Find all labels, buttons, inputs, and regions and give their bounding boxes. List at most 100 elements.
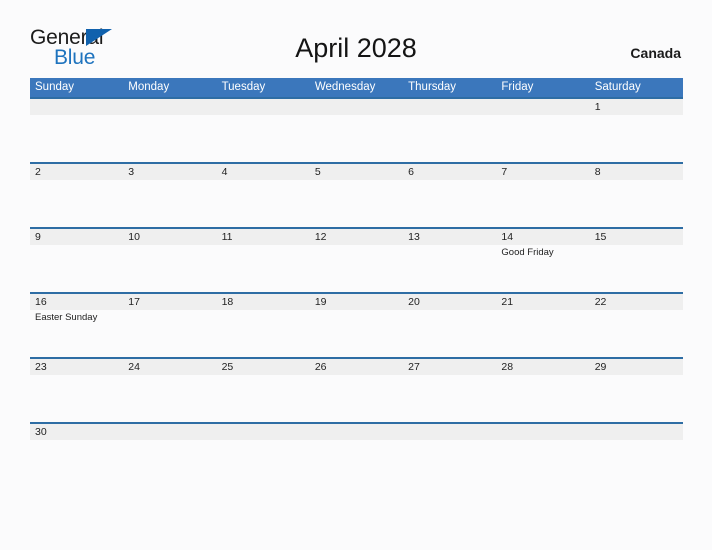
day-number[interactable] (496, 99, 589, 115)
day-number[interactable]: 16 (30, 294, 123, 310)
page-title: April 2028 (295, 33, 417, 63)
day-event (403, 180, 496, 182)
day-number[interactable] (403, 99, 496, 115)
day-event (590, 440, 683, 442)
calendar-grid: Sunday Monday Tuesday Wednesday Thursday… (30, 78, 683, 469)
day-of-week-header-row: Sunday Monday Tuesday Wednesday Thursday… (30, 78, 683, 97)
day-number[interactable] (590, 424, 683, 440)
day-number[interactable] (310, 424, 403, 440)
day-number[interactable] (123, 424, 216, 440)
day-number[interactable]: 19 (310, 294, 403, 310)
day-number[interactable]: 25 (217, 359, 310, 375)
day-number[interactable]: 21 (496, 294, 589, 310)
week-date-band: 30 (30, 424, 683, 440)
day-header-tuesday: Tuesday (221, 81, 266, 93)
day-event (310, 180, 403, 182)
day-number[interactable]: 26 (310, 359, 403, 375)
week-events-band (30, 440, 683, 442)
day-event (590, 310, 683, 324)
day-number[interactable] (310, 99, 403, 115)
day-event (310, 115, 403, 117)
day-number[interactable]: 11 (217, 229, 310, 245)
day-event (30, 440, 123, 442)
day-event (310, 440, 403, 442)
page-header: General Blue April 2028 Canada (0, 0, 712, 78)
week-events-band (30, 375, 683, 377)
day-number[interactable] (496, 424, 589, 440)
day-event (310, 310, 403, 324)
day-number[interactable]: 3 (123, 164, 216, 180)
day-number[interactable]: 4 (217, 164, 310, 180)
week-date-band: 2 3 4 5 6 7 8 (30, 164, 683, 180)
week-date-band: 1 (30, 99, 683, 115)
day-event (496, 310, 589, 324)
day-number[interactable] (217, 99, 310, 115)
day-event (123, 245, 216, 259)
week-row: 1 (30, 97, 683, 162)
day-event (403, 115, 496, 117)
day-event (496, 115, 589, 117)
day-number[interactable] (403, 424, 496, 440)
day-number[interactable]: 30 (30, 424, 123, 440)
day-event (217, 245, 310, 259)
day-event (30, 180, 123, 182)
day-number[interactable]: 15 (590, 229, 683, 245)
week-row: 2 3 4 5 6 7 8 (30, 162, 683, 227)
week-events-band (30, 180, 683, 182)
day-header-saturday: Saturday (594, 81, 641, 93)
day-number[interactable]: 5 (310, 164, 403, 180)
day-event (123, 375, 216, 377)
day-event (310, 375, 403, 377)
day-number[interactable]: 24 (123, 359, 216, 375)
day-event (217, 180, 310, 182)
day-header-monday: Monday (128, 81, 170, 93)
week-events-band: Easter Sunday (30, 310, 683, 324)
day-number[interactable]: 9 (30, 229, 123, 245)
day-number[interactable]: 27 (403, 359, 496, 375)
day-number[interactable]: 18 (217, 294, 310, 310)
day-number[interactable]: 20 (403, 294, 496, 310)
day-number[interactable]: 6 (403, 164, 496, 180)
day-event (403, 310, 496, 324)
day-event (403, 440, 496, 442)
day-event (403, 245, 496, 259)
day-number[interactable] (217, 424, 310, 440)
day-number[interactable]: 8 (590, 164, 683, 180)
day-event (217, 310, 310, 324)
day-event (217, 440, 310, 442)
week-date-band: 23 24 25 26 27 28 29 (30, 359, 683, 375)
week-row: 16 17 18 19 20 21 22 Easter Sunday (30, 292, 683, 357)
country-label: Canada (630, 45, 681, 61)
day-event-easter-sunday: Easter Sunday (35, 312, 98, 323)
day-event (217, 375, 310, 377)
day-number[interactable]: 29 (590, 359, 683, 375)
day-header-friday: Friday (501, 81, 534, 93)
day-number[interactable] (30, 99, 123, 115)
day-number[interactable]: 17 (123, 294, 216, 310)
day-event (590, 245, 683, 259)
day-event (30, 375, 123, 377)
day-event (310, 245, 403, 259)
day-event (123, 440, 216, 442)
day-number[interactable]: 10 (123, 229, 216, 245)
day-number[interactable]: 1 (590, 99, 683, 115)
day-number[interactable] (123, 99, 216, 115)
day-number[interactable]: 2 (30, 164, 123, 180)
day-number[interactable]: 13 (403, 229, 496, 245)
week-row: 30 (30, 422, 683, 469)
day-number[interactable]: 22 (590, 294, 683, 310)
day-event (123, 115, 216, 117)
day-event (590, 115, 683, 117)
day-header-wednesday: Wednesday (314, 81, 376, 93)
day-number[interactable]: 12 (310, 229, 403, 245)
day-event-good-friday: Good Friday (501, 247, 554, 258)
day-number[interactable]: 7 (496, 164, 589, 180)
day-number[interactable]: 28 (496, 359, 589, 375)
day-number[interactable]: 14 (496, 229, 589, 245)
day-event (590, 180, 683, 182)
week-date-band: 16 17 18 19 20 21 22 (30, 294, 683, 310)
day-event (123, 180, 216, 182)
day-number[interactable]: 23 (30, 359, 123, 375)
day-event (496, 440, 589, 442)
day-event (496, 180, 589, 182)
